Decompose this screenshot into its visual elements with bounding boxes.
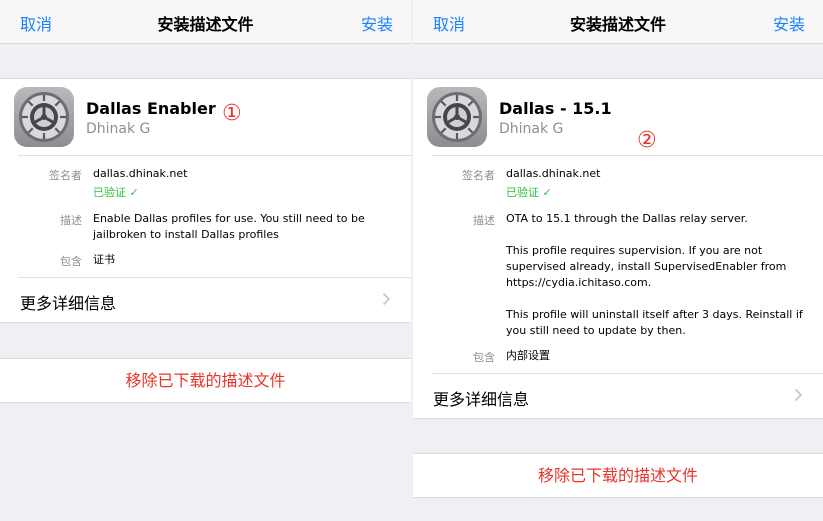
chevron-right-icon	[382, 292, 391, 306]
description-label: 描述	[60, 214, 82, 227]
description-paragraph: Enable Dallas profiles for use. You stil…	[93, 212, 365, 241]
signer-value: dallas.dhinak.net	[93, 167, 188, 180]
panel-left: 取消 安装描述文件 安装 Dallas Enabler Dhinak G ① 签…	[0, 0, 411, 521]
profile-author: Dhinak G	[499, 121, 564, 137]
panel-right: 取消 安装描述文件 安装 Dallas - 15.1 Dhinak G ② 签名…	[413, 0, 823, 521]
page-title: 安装描述文件	[157, 15, 254, 34]
description-value: OTA to 15.1 through the Dallas relay ser…	[506, 211, 811, 339]
contains-value: 证书	[93, 253, 115, 266]
remove-profile-button[interactable]: 移除已下载的描述文件	[413, 453, 823, 498]
profile-name: Dallas - 15.1	[499, 99, 612, 118]
profile-author: Dhinak G	[86, 121, 151, 137]
install-button[interactable]: 安装	[361, 11, 393, 35]
divider	[431, 155, 823, 156]
annotation-marker: ①	[222, 101, 242, 126]
signer-value: dallas.dhinak.net	[506, 167, 601, 180]
nav-bar: 取消 安装描述文件 安装	[413, 0, 823, 44]
more-details-label: 更多详细信息	[20, 294, 117, 313]
more-details-row[interactable]: 更多详细信息	[0, 278, 411, 322]
verified-badge: 已验证 ✓	[506, 186, 552, 199]
profile-card: Dallas Enabler Dhinak G ① 签名者 dallas.dhi…	[0, 78, 411, 323]
remove-profile-button[interactable]: 移除已下载的描述文件	[0, 358, 411, 403]
description-paragraph: This profile requires supervision. If yo…	[506, 244, 787, 289]
contains-value: 内部设置	[506, 349, 550, 362]
description-paragraph: This profile will uninstall itself after…	[506, 308, 803, 337]
chevron-right-icon	[794, 388, 803, 402]
install-button[interactable]: 安装	[773, 11, 805, 35]
nav-bar: 取消 安装描述文件 安装	[0, 0, 411, 44]
description-label: 描述	[473, 214, 495, 227]
more-details-row[interactable]: 更多详细信息	[413, 374, 823, 418]
page-title: 安装描述文件	[569, 15, 666, 34]
settings-gear-icon	[14, 87, 74, 147]
divider	[18, 155, 411, 156]
signer-label: 签名者	[49, 169, 82, 182]
verified-badge: 已验证 ✓	[93, 186, 139, 199]
description-value: Enable Dallas profiles for use. You stil…	[93, 211, 399, 243]
profile-name: Dallas Enabler	[86, 99, 216, 118]
signer-label: 签名者	[462, 169, 495, 182]
settings-gear-icon	[427, 87, 487, 147]
profile-card: Dallas - 15.1 Dhinak G ② 签名者 dallas.dhin…	[413, 78, 823, 419]
more-details-label: 更多详细信息	[433, 390, 530, 409]
contains-label: 包含	[60, 255, 82, 268]
annotation-marker: ②	[637, 128, 657, 153]
contains-label: 包含	[473, 351, 495, 364]
description-paragraph: OTA to 15.1 through the Dallas relay ser…	[506, 212, 748, 225]
